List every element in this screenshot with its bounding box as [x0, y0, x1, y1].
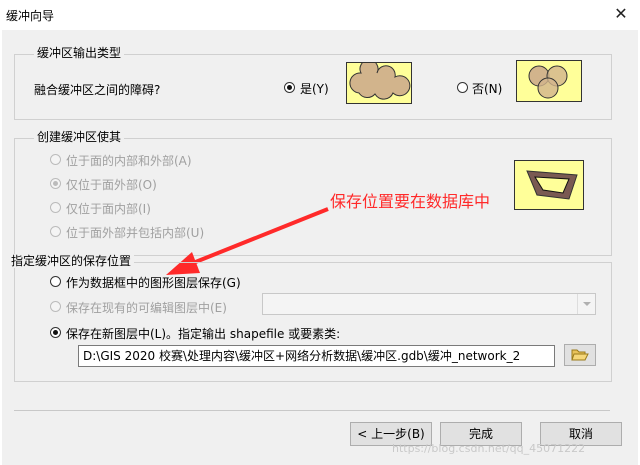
browse-button[interactable]	[564, 344, 596, 366]
side-full-radio[interactable]	[50, 154, 61, 165]
title-bar: 缓冲向导 ✕	[0, 0, 640, 30]
save-new-label[interactable]: 保存在新图层中(L)。指定输出 shapefile 或要素类:	[66, 325, 340, 342]
dissolve-yes-radio[interactable]	[284, 82, 295, 93]
window-title: 缓冲向导	[6, 9, 55, 23]
save-new-radio[interactable]	[50, 327, 61, 338]
close-icon[interactable]: ✕	[610, 4, 632, 24]
open-folder-icon	[571, 349, 589, 361]
save-existing-label: 保存在现有的可编辑图层中(E)	[66, 301, 227, 315]
bottom-divider	[14, 410, 610, 411]
save-graphics-radio[interactable]	[50, 276, 61, 287]
save-location-group-title: 指定缓冲区的保存位置	[8, 254, 135, 268]
watermark: https://blog.csdn.net/qq_45071222	[392, 442, 586, 455]
dissolved-buffer-icon	[349, 59, 411, 100]
overlapping-buffer-icon	[528, 65, 568, 99]
chevron-down-icon[interactable]	[577, 294, 595, 314]
save-graphics-label[interactable]: 作为数据框中的图形图层保存(G)	[66, 274, 241, 291]
side-outside-include-radio[interactable]	[50, 226, 61, 237]
output-path-field[interactable]: D:\GIS 2020 校赛\处理内容\缓冲区+网络分析数据\缓冲区.gdb\缓…	[78, 345, 555, 367]
polygon-buffer-icon	[526, 170, 578, 200]
existing-layer-dropdown[interactable]	[262, 293, 596, 315]
output-type-group-title: 缓冲区输出类型	[34, 46, 125, 60]
side-inside-radio[interactable]	[50, 202, 61, 213]
dialog-body: 缓冲区输出类型 融合缓冲区之间的障碍? 是(Y) 否(N) 创建缓冲区使其 位于…	[2, 30, 638, 465]
side-type-group-title: 创建缓冲区使其	[34, 130, 125, 144]
side-full-label: 位于面的内部和外部(A)	[66, 154, 192, 168]
side-outside-radio[interactable]	[50, 178, 61, 189]
dissolve-no-label[interactable]: 否(N)	[472, 80, 502, 97]
side-outside-label: 仅位于面外部(O)	[66, 178, 157, 192]
dissolved-buffer-preview	[346, 59, 412, 104]
dissolve-question-label: 融合缓冲区之间的障碍?	[34, 83, 161, 97]
dissolve-yes-label[interactable]: 是(Y)	[300, 80, 329, 97]
dissolve-no-radio[interactable]	[457, 82, 468, 93]
polygon-buffer-preview	[514, 160, 584, 210]
save-existing-radio[interactable]	[50, 301, 61, 312]
side-inside-label: 仅位于面内部(I)	[66, 202, 151, 216]
overlapping-buffer-preview	[516, 60, 582, 102]
